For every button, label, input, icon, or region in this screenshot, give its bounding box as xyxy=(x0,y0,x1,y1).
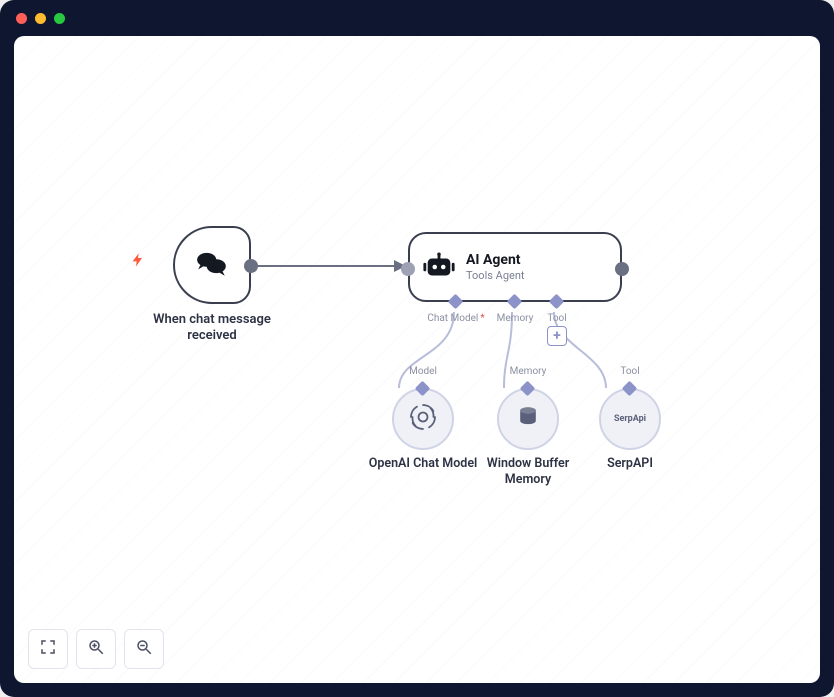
node-serpapi-label: SerpAPI xyxy=(575,456,685,472)
window-close-dot[interactable] xyxy=(16,13,27,24)
node-agent-title: AI Agent xyxy=(466,252,525,268)
port-label-tool-sub: Tool xyxy=(620,366,639,377)
port-memory-in[interactable] xyxy=(520,381,536,397)
port-agent-tool[interactable] xyxy=(549,294,565,310)
port-label-memory: Memory xyxy=(497,313,534,324)
port-agent-in[interactable] xyxy=(401,262,415,276)
node-agent-subtitle: Tools Agent xyxy=(466,269,525,282)
window-maximize-dot[interactable] xyxy=(54,13,65,24)
robot-icon xyxy=(422,250,456,284)
node-memory-label: Window Buffer Memory xyxy=(473,456,583,487)
node-serpapi-body[interactable]: Tool SerpApi xyxy=(599,388,661,450)
node-agent-body[interactable]: AI Agent Tools Agent Chat Model* Memory xyxy=(408,232,622,302)
openai-icon xyxy=(408,402,438,436)
window-minimize-dot[interactable] xyxy=(35,13,46,24)
app-window: When chat message received xyxy=(0,0,834,697)
port-label-chat-model: Chat Model* xyxy=(427,313,484,324)
plus-icon: + xyxy=(553,329,561,343)
port-trigger-out[interactable] xyxy=(244,259,258,273)
node-openai-label: OpenAI Chat Model xyxy=(368,456,478,472)
node-memory-body[interactable]: Memory xyxy=(497,388,559,450)
node-trigger[interactable]: When chat message received xyxy=(152,226,272,345)
fit-view-button[interactable] xyxy=(28,629,68,669)
node-openai-body[interactable]: Model xyxy=(392,388,454,450)
canvas-frame: When chat message received xyxy=(14,36,820,683)
bolt-icon xyxy=(130,252,146,272)
zoom-in-button[interactable] xyxy=(76,629,116,669)
port-label-memory-sub: Memory xyxy=(510,366,547,377)
port-agent-chat-model[interactable] xyxy=(448,294,464,310)
node-agent[interactable]: AI Agent Tools Agent Chat Model* Memory xyxy=(408,232,622,302)
port-label-tool: Tool xyxy=(547,313,566,324)
edges-layer xyxy=(14,36,820,683)
port-openai-in[interactable] xyxy=(415,381,431,397)
node-agent-titles: AI Agent Tools Agent xyxy=(466,252,525,282)
zoom-in-icon xyxy=(87,638,105,660)
fit-view-icon xyxy=(39,638,57,660)
canvas-controls xyxy=(28,629,164,669)
chat-icon xyxy=(195,246,229,284)
node-trigger-body[interactable] xyxy=(173,226,251,304)
port-agent-memory[interactable] xyxy=(507,294,523,310)
serpapi-icon: SerpApi xyxy=(614,414,646,424)
window-titlebar xyxy=(0,0,834,36)
node-trigger-label: When chat message received xyxy=(152,312,272,345)
database-icon xyxy=(515,404,541,434)
zoom-out-icon xyxy=(135,638,153,660)
add-tool-button[interactable]: + xyxy=(547,326,567,346)
port-label-model: Model xyxy=(409,366,437,377)
node-serpapi[interactable]: Tool SerpApi SerpAPI xyxy=(575,388,685,472)
port-serpapi-in[interactable] xyxy=(622,381,638,397)
node-openai-chat-model[interactable]: Model xyxy=(368,388,478,472)
zoom-out-button[interactable] xyxy=(124,629,164,669)
node-window-buffer-memory[interactable]: Memory Window Buffer Memory xyxy=(473,388,583,487)
port-agent-out[interactable] xyxy=(615,262,629,276)
workflow-canvas[interactable]: When chat message received xyxy=(14,36,820,683)
